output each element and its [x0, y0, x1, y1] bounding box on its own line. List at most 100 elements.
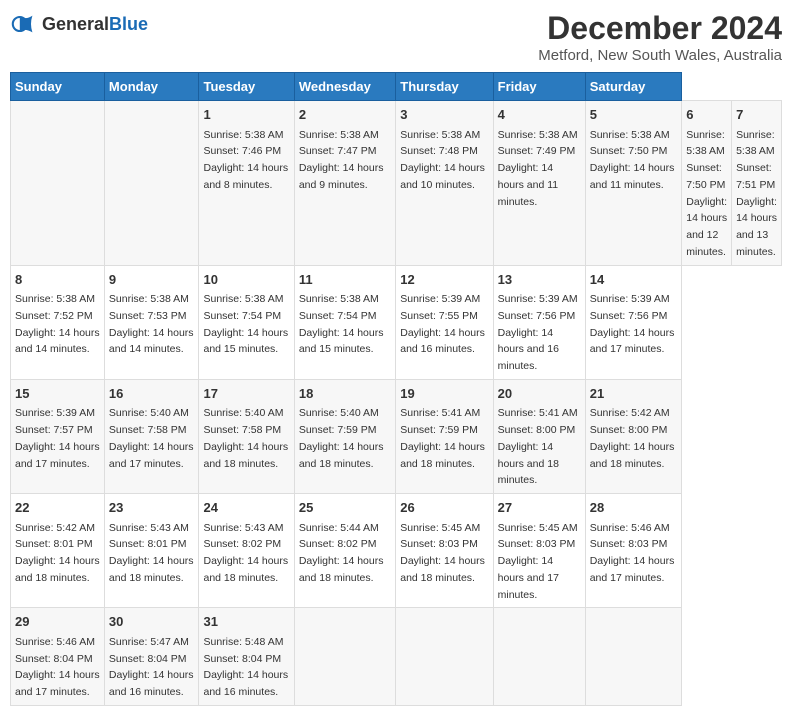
day-sunset: Sunset: 7:46 PM: [203, 145, 281, 157]
day-number: 11: [299, 270, 391, 290]
calendar-day-cell: 13Sunrise: 5:39 AMSunset: 7:56 PMDayligh…: [493, 265, 585, 379]
day-number: 17: [203, 384, 289, 404]
day-sunrise: Sunrise: 5:38 AM: [686, 129, 725, 158]
day-sunset: Sunset: 7:54 PM: [203, 310, 281, 322]
calendar-day-cell: 9Sunrise: 5:38 AMSunset: 7:53 PMDaylight…: [104, 265, 199, 379]
day-daylight: Daylight: 14 hours and 15 minutes.: [203, 327, 288, 356]
day-number: 2: [299, 105, 391, 125]
day-sunrise: Sunrise: 5:40 AM: [203, 407, 283, 419]
calendar-day-cell: 7Sunrise: 5:38 AMSunset: 7:51 PMDaylight…: [732, 101, 782, 266]
calendar-day-cell: 20Sunrise: 5:41 AMSunset: 8:00 PMDayligh…: [493, 379, 585, 493]
day-number: 31: [203, 612, 289, 632]
day-daylight: Daylight: 14 hours and 18 minutes.: [203, 441, 288, 470]
calendar-day-cell: 11Sunrise: 5:38 AMSunset: 7:54 PMDayligh…: [294, 265, 395, 379]
day-sunrise: Sunrise: 5:38 AM: [590, 129, 670, 141]
day-daylight: Daylight: 14 hours and 16 minutes.: [498, 327, 559, 373]
day-sunset: Sunset: 7:50 PM: [590, 145, 668, 157]
day-sunset: Sunset: 7:58 PM: [203, 424, 281, 436]
calendar-day-cell: [493, 608, 585, 706]
day-sunset: Sunset: 8:04 PM: [203, 653, 281, 665]
day-number: 19: [400, 384, 488, 404]
day-sunset: Sunset: 7:58 PM: [109, 424, 187, 436]
day-number: 3: [400, 105, 488, 125]
calendar-day-cell: 10Sunrise: 5:38 AMSunset: 7:54 PMDayligh…: [199, 265, 294, 379]
day-daylight: Daylight: 14 hours and 8 minutes.: [203, 162, 288, 191]
calendar-day-cell: 6Sunrise: 5:38 AMSunset: 7:50 PMDaylight…: [682, 101, 732, 266]
weekday-header-thursday: Thursday: [396, 73, 493, 101]
calendar-day-cell: [294, 608, 395, 706]
calendar-day-cell: 31Sunrise: 5:48 AMSunset: 8:04 PMDayligh…: [199, 608, 294, 706]
day-number: 7: [736, 105, 777, 125]
day-sunrise: Sunrise: 5:42 AM: [15, 522, 95, 534]
calendar-day-cell: 24Sunrise: 5:43 AMSunset: 8:02 PMDayligh…: [199, 494, 294, 608]
day-number: 5: [590, 105, 678, 125]
day-sunset: Sunset: 7:50 PM: [686, 162, 725, 191]
day-sunset: Sunset: 8:00 PM: [498, 424, 576, 436]
calendar-body: 1Sunrise: 5:38 AMSunset: 7:46 PMDaylight…: [11, 101, 782, 706]
day-number: 27: [498, 498, 581, 518]
calendar-day-cell: 19Sunrise: 5:41 AMSunset: 7:59 PMDayligh…: [396, 379, 493, 493]
weekday-header-friday: Friday: [493, 73, 585, 101]
day-sunrise: Sunrise: 5:44 AM: [299, 522, 379, 534]
page-header: GeneralBlue December 2024 Metford, New S…: [10, 10, 782, 64]
day-number: 20: [498, 384, 581, 404]
day-sunrise: Sunrise: 5:46 AM: [15, 636, 95, 648]
weekday-header-saturday: Saturday: [585, 73, 682, 101]
day-daylight: Daylight: 14 hours and 17 minutes.: [590, 555, 675, 584]
day-sunset: Sunset: 7:51 PM: [736, 162, 775, 191]
day-sunset: Sunset: 8:03 PM: [590, 538, 668, 550]
day-number: 24: [203, 498, 289, 518]
day-daylight: Daylight: 14 hours and 14 minutes.: [109, 327, 194, 356]
calendar-day-cell: 18Sunrise: 5:40 AMSunset: 7:59 PMDayligh…: [294, 379, 395, 493]
day-sunrise: Sunrise: 5:38 AM: [400, 129, 480, 141]
calendar-day-cell: 21Sunrise: 5:42 AMSunset: 8:00 PMDayligh…: [585, 379, 682, 493]
day-sunset: Sunset: 8:02 PM: [203, 538, 281, 550]
day-sunrise: Sunrise: 5:45 AM: [498, 522, 578, 534]
day-daylight: Daylight: 14 hours and 16 minutes.: [400, 327, 485, 356]
calendar-day-cell: 15Sunrise: 5:39 AMSunset: 7:57 PMDayligh…: [11, 379, 105, 493]
day-number: 25: [299, 498, 391, 518]
location-title: Metford, New South Wales, Australia: [538, 47, 782, 64]
calendar-day-cell: 23Sunrise: 5:43 AMSunset: 8:01 PMDayligh…: [104, 494, 199, 608]
day-sunrise: Sunrise: 5:41 AM: [498, 407, 578, 419]
day-sunrise: Sunrise: 5:40 AM: [299, 407, 379, 419]
day-daylight: Daylight: 14 hours and 17 minutes.: [498, 555, 559, 601]
day-sunset: Sunset: 7:59 PM: [400, 424, 478, 436]
day-sunset: Sunset: 7:56 PM: [590, 310, 668, 322]
day-sunset: Sunset: 7:57 PM: [15, 424, 93, 436]
day-sunrise: Sunrise: 5:38 AM: [15, 293, 95, 305]
day-number: 16: [109, 384, 195, 404]
calendar-day-cell: 3Sunrise: 5:38 AMSunset: 7:48 PMDaylight…: [396, 101, 493, 266]
day-sunset: Sunset: 7:59 PM: [299, 424, 377, 436]
day-number: 21: [590, 384, 678, 404]
calendar-week-row: 22Sunrise: 5:42 AMSunset: 8:01 PMDayligh…: [11, 494, 782, 608]
weekday-header-monday: Monday: [104, 73, 199, 101]
day-daylight: Daylight: 14 hours and 10 minutes.: [400, 162, 485, 191]
day-number: 30: [109, 612, 195, 632]
calendar-day-cell: 25Sunrise: 5:44 AMSunset: 8:02 PMDayligh…: [294, 494, 395, 608]
calendar-day-cell: 16Sunrise: 5:40 AMSunset: 7:58 PMDayligh…: [104, 379, 199, 493]
day-sunrise: Sunrise: 5:48 AM: [203, 636, 283, 648]
calendar-week-row: 8Sunrise: 5:38 AMSunset: 7:52 PMDaylight…: [11, 265, 782, 379]
day-sunrise: Sunrise: 5:45 AM: [400, 522, 480, 534]
calendar-week-row: 1Sunrise: 5:38 AMSunset: 7:46 PMDaylight…: [11, 101, 782, 266]
day-sunrise: Sunrise: 5:43 AM: [203, 522, 283, 534]
day-daylight: Daylight: 14 hours and 17 minutes.: [15, 669, 100, 698]
day-daylight: Daylight: 14 hours and 18 minutes.: [400, 555, 485, 584]
day-daylight: Daylight: 14 hours and 15 minutes.: [299, 327, 384, 356]
calendar-day-cell: [396, 608, 493, 706]
weekday-header-row: SundayMondayTuesdayWednesdayThursdayFrid…: [11, 73, 782, 101]
logo-text-general: General: [42, 14, 109, 34]
calendar-day-cell: [585, 608, 682, 706]
logo-icon: [10, 10, 38, 38]
day-daylight: Daylight: 14 hours and 18 minutes.: [590, 441, 675, 470]
day-number: 8: [15, 270, 100, 290]
calendar-day-cell: 4Sunrise: 5:38 AMSunset: 7:49 PMDaylight…: [493, 101, 585, 266]
day-number: 14: [590, 270, 678, 290]
day-number: 10: [203, 270, 289, 290]
day-number: 22: [15, 498, 100, 518]
calendar-day-cell: 28Sunrise: 5:46 AMSunset: 8:03 PMDayligh…: [585, 494, 682, 608]
day-number: 13: [498, 270, 581, 290]
day-sunrise: Sunrise: 5:43 AM: [109, 522, 189, 534]
calendar-day-cell: 26Sunrise: 5:45 AMSunset: 8:03 PMDayligh…: [396, 494, 493, 608]
